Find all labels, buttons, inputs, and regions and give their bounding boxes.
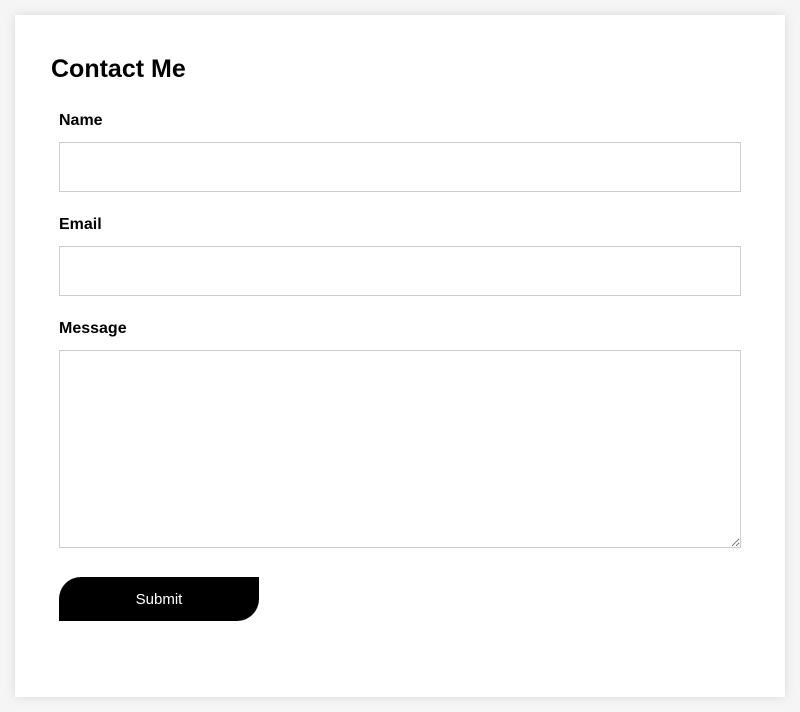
message-label: Message	[59, 320, 741, 338]
email-group: Email	[51, 216, 749, 296]
name-group: Name	[51, 112, 749, 192]
email-label: Email	[59, 216, 741, 234]
name-input[interactable]	[59, 142, 741, 192]
message-textarea[interactable]	[59, 350, 741, 548]
submit-button[interactable]: Submit	[59, 577, 259, 621]
email-input[interactable]	[59, 246, 741, 296]
form-title: Contact Me	[51, 55, 749, 84]
contact-card: Contact Me Name Email Message Submit	[15, 15, 785, 697]
message-group: Message	[51, 320, 749, 553]
name-label: Name	[59, 112, 741, 130]
